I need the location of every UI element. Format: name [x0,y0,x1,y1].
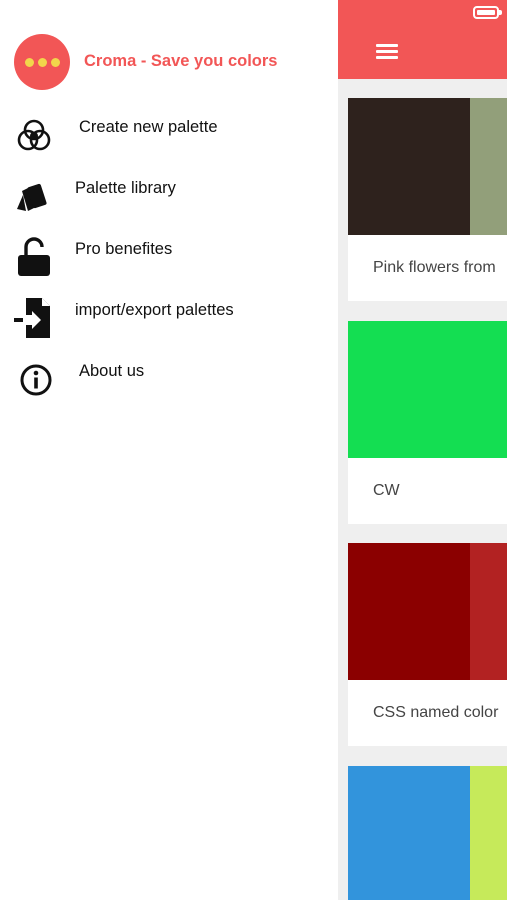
palette-swatches [348,98,507,235]
app-title: Croma - Save you colors [84,52,278,70]
color-swatch [470,766,507,900]
palette-card[interactable] [348,766,507,900]
color-swatch [348,543,470,680]
palette-swatches [348,321,507,458]
menu-item-label: Palette library [75,179,176,197]
menu-item-create-palette[interactable]: Create new palette [0,112,338,162]
palette-card[interactable]: CW [348,321,507,524]
menu-item-label: Create new palette [79,118,218,136]
palette-title: Pink flowers from [373,259,496,276]
palette-card[interactable]: CSS named color [348,543,507,746]
menu-item-import-export[interactable]: import/export palettes [0,294,338,344]
battery-tip [499,10,502,15]
info-icon [20,364,52,396]
menu-item-label: About us [79,362,145,380]
palette-title: CSS named color [373,704,499,721]
palette-title: CW [373,482,400,499]
color-swatch [348,766,470,900]
menu-item-palette-library[interactable]: Palette library [0,173,338,223]
menu-item-label: import/export palettes [75,301,234,319]
app-top-bar [338,0,507,79]
color-swatch [348,98,470,235]
import-file-icon [14,298,50,338]
color-swatch [470,543,507,680]
unlock-icon [18,237,50,276]
menu-item-pro-benefits[interactable]: Pro benefites [0,233,338,283]
color-swatch [348,321,507,458]
palette-card[interactable]: Pink flowers from [348,98,507,301]
navigation-drawer: Croma - Save you colors Create new palet… [0,0,338,900]
battery-icon [473,6,499,19]
color-swatch [470,98,507,235]
venn-circles-icon [17,119,51,151]
palette-swatches [348,766,507,900]
menu-item-label: Pro benefites [75,240,173,258]
hamburger-menu-icon[interactable] [376,44,398,60]
swatch-cards-icon [17,183,47,211]
menu-item-about-us[interactable]: About us [0,356,338,406]
palette-list-screen: Pink flowers from CW CSS named color [338,0,507,900]
app-logo-icon [14,34,70,90]
palette-swatches [348,543,507,680]
